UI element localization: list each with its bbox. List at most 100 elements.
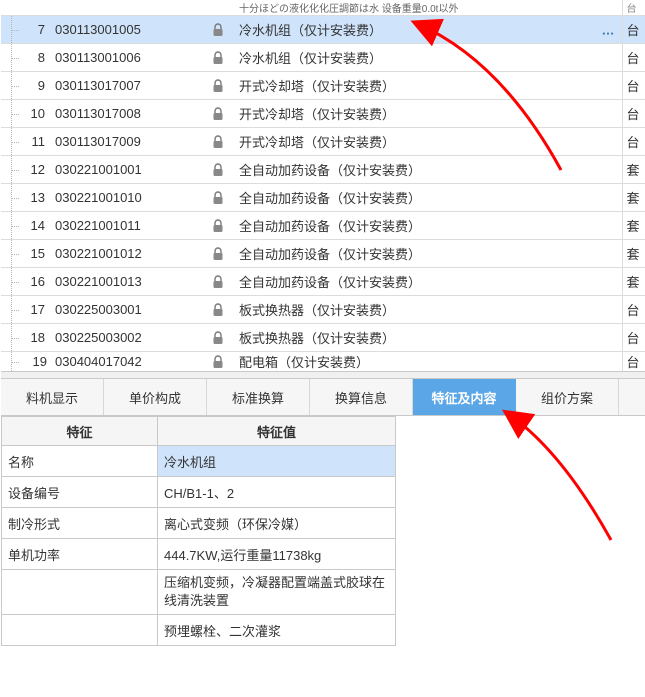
panel-separator (1, 371, 645, 379)
row-desc[interactable]: 板式换热器（仅计安装费） (235, 296, 622, 324)
tree-toggle[interactable] (1, 184, 19, 212)
lock-icon (201, 296, 235, 324)
tab-4[interactable]: 特征及内容 (413, 379, 516, 415)
feature-col-header[interactable]: 特征 (2, 417, 158, 446)
tree-toggle[interactable] (1, 212, 19, 240)
row-desc[interactable]: 全自动加药设备（仅计安装费） (235, 184, 622, 212)
tree-toggle[interactable] (1, 324, 19, 352)
feature-key: 单机功率 (2, 539, 158, 570)
lock-icon (201, 184, 235, 212)
tab-6[interactable]: 说明 (619, 379, 645, 415)
row-unit: 套 (622, 240, 645, 268)
row-desc[interactable]: 全自动加药设备（仅计安装费） (235, 156, 622, 184)
items-grid[interactable]: 十分ほどの液化化化圧調節は水 设备重量0.0t以外台7030113001005冷… (1, 0, 645, 371)
feature-row[interactable]: 预埋螺栓、二次灌浆 (2, 615, 396, 646)
row-unit: 台 (622, 128, 645, 156)
table-row[interactable]: 15030221001012全自动加药设备（仅计安装费）套 (1, 240, 645, 268)
row-code: 030221001001 (51, 156, 201, 184)
feature-value[interactable]: 冷水机组 (158, 446, 396, 477)
table-row[interactable]: 10030113017008开式冷却塔（仅计安装费）台 (1, 100, 645, 128)
row-unit: 台 (622, 72, 645, 100)
table-row[interactable]: 16030221001013全自动加药设备（仅计安装费）套 (1, 268, 645, 296)
lock-icon (201, 128, 235, 156)
row-unit: 台 (622, 296, 645, 324)
row-desc[interactable]: 开式冷却塔（仅计安装费） (235, 128, 622, 156)
row-seq: 11 (19, 128, 51, 156)
tab-3[interactable]: 换算信息 (310, 379, 413, 415)
table-row[interactable]: 7030113001005冷水机组（仅计安装费）…台 (1, 16, 645, 44)
row-desc[interactable]: 全自动加药设备（仅计安装费） (235, 268, 622, 296)
row-code: 030221001013 (51, 268, 201, 296)
feature-value[interactable]: 444.7KW,运行重量11738kg (158, 539, 396, 570)
feature-row[interactable]: 制冷形式离心式变频（环保冷媒） (2, 508, 396, 539)
row-desc[interactable]: 开式冷却塔（仅计安装费） (235, 100, 622, 128)
tree-toggle[interactable] (1, 240, 19, 268)
feature-value[interactable]: 离心式变频（环保冷媒） (158, 508, 396, 539)
feature-value[interactable]: 压缩机变频，冷凝器配置端盖式胶球在线清洗装置 (158, 570, 396, 615)
table-row-partial-bottom[interactable]: 19030404017042配电箱（仅计安装费）台 (1, 352, 645, 372)
feature-row[interactable]: 压缩机变频，冷凝器配置端盖式胶球在线清洗装置 (2, 570, 396, 615)
tree-toggle[interactable] (1, 156, 19, 184)
row-code: 030113017007 (51, 72, 201, 100)
table-row[interactable]: 11030113017009 开式冷却塔（仅计安装费）台 (1, 128, 645, 156)
row-desc[interactable]: 冷水机组（仅计安装费）… (235, 16, 622, 44)
table-row[interactable]: 12030221001001全自动加药设备（仅计安装费）套 (1, 156, 645, 184)
more-icon[interactable]: … (602, 22, 616, 37)
row-desc[interactable]: 开式冷却塔（仅计安装费） (235, 72, 622, 100)
row-unit: 台 (622, 100, 645, 128)
row-code: 030221001011 (51, 212, 201, 240)
row-code: 030113001005 (51, 16, 201, 44)
tab-5[interactable]: 组价方案 (516, 379, 619, 415)
row-code: 030221001012 (51, 240, 201, 268)
row-unit: 台 (622, 16, 645, 44)
table-row-partial-top: 十分ほどの液化化化圧調節は水 设备重量0.0t以外台 (1, 0, 645, 16)
row-seq: 13 (19, 184, 51, 212)
feature-key: 名称 (2, 446, 158, 477)
feature-value[interactable]: 预埋螺栓、二次灌浆 (158, 615, 396, 646)
feature-key: 制冷形式 (2, 508, 158, 539)
lock-icon (201, 100, 235, 128)
tree-toggle[interactable] (1, 100, 19, 128)
tree-toggle[interactable] (1, 44, 19, 72)
row-unit: 套 (622, 184, 645, 212)
tab-2[interactable]: 标准换算 (207, 379, 310, 415)
table-row[interactable]: 9030113017007开式冷却塔（仅计安装费）台 (1, 72, 645, 100)
tree-toggle[interactable] (1, 128, 19, 156)
table-row[interactable]: 13030221001010全自动加药设备（仅计安装费）套 (1, 184, 645, 212)
feature-table[interactable]: 特征 特征值 名称冷水机组设备编号CH/B1-1、2制冷形式离心式变频（环保冷媒… (1, 416, 396, 646)
row-desc[interactable]: 板式换热器（仅计安装费） (235, 324, 622, 352)
row-seq: 18 (19, 324, 51, 352)
feature-key: 设备编号 (2, 477, 158, 508)
feature-value[interactable]: CH/B1-1、2 (158, 477, 396, 508)
table-row[interactable]: 14030221001011全自动加药设备（仅计安装费）套 (1, 212, 645, 240)
row-desc[interactable]: 全自动加药设备（仅计安装费） (235, 212, 622, 240)
row-unit: 套 (622, 212, 645, 240)
tree-toggle[interactable] (1, 16, 19, 44)
table-row[interactable]: 18030225003002板式换热器（仅计安装费）台 (1, 324, 645, 352)
feature-row[interactable]: 单机功率444.7KW,运行重量11738kg (2, 539, 396, 570)
row-desc[interactable]: 全自动加药设备（仅计安装费） (235, 240, 622, 268)
row-seq: 16 (19, 268, 51, 296)
row-code: 030225003001 (51, 296, 201, 324)
table-row[interactable]: 17030225003001 板式换热器（仅计安装费）台 (1, 296, 645, 324)
tree-toggle[interactable] (1, 296, 19, 324)
lock-icon (201, 16, 235, 44)
feature-key (2, 570, 158, 615)
tree-toggle[interactable] (1, 268, 19, 296)
row-code: 030113017009 (51, 128, 201, 156)
row-seq: 17 (19, 296, 51, 324)
lock-icon (201, 212, 235, 240)
detail-tabs: 料机显示单价构成标准换算换算信息特征及内容组价方案说明 (1, 379, 645, 416)
tab-1[interactable]: 单价构成 (104, 379, 207, 415)
row-unit: 台 (622, 44, 645, 72)
tree-toggle[interactable] (1, 72, 19, 100)
table-row[interactable]: 8030113001006冷水机组（仅计安装费）台 (1, 44, 645, 72)
row-desc[interactable]: 冷水机组（仅计安装费） (235, 44, 622, 72)
row-code: 030113001006 (51, 44, 201, 72)
row-code: 030225003002 (51, 324, 201, 352)
row-seq: 10 (19, 100, 51, 128)
tab-0[interactable]: 料机显示 (1, 379, 104, 415)
feature-row[interactable]: 设备编号CH/B1-1、2 (2, 477, 396, 508)
feature-row[interactable]: 名称冷水机组 (2, 446, 396, 477)
value-col-header[interactable]: 特征值 (158, 417, 396, 446)
